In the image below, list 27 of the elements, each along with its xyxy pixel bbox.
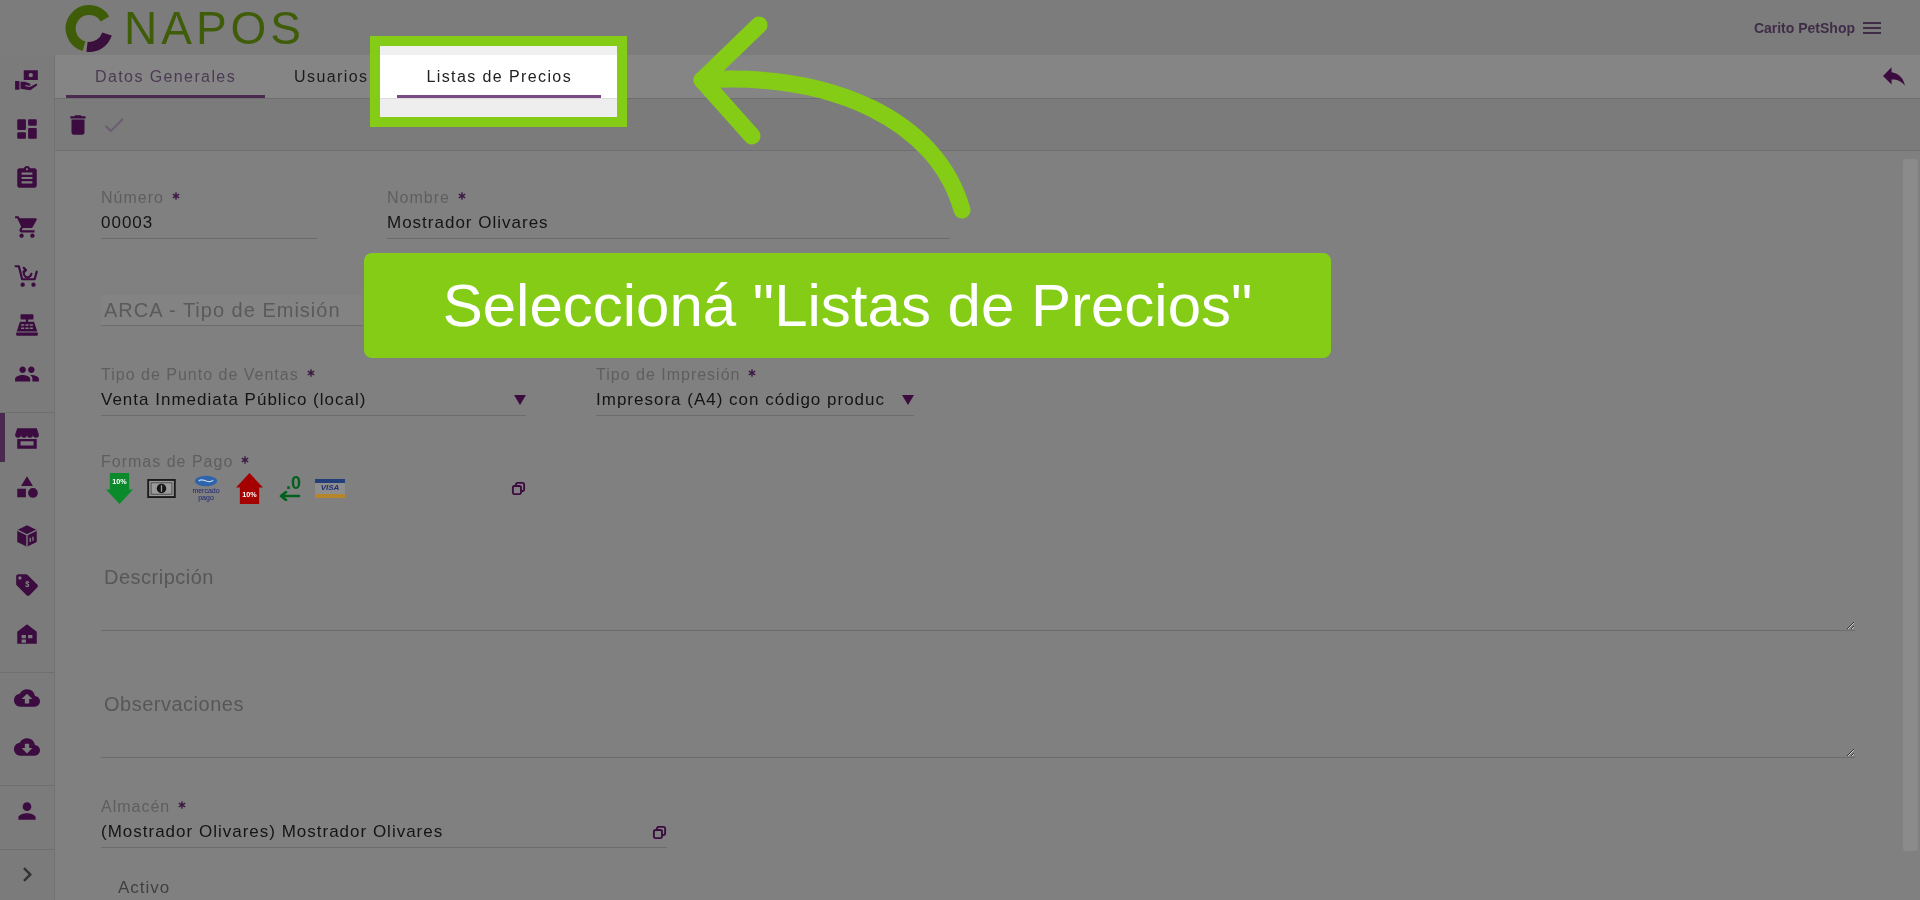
banknote-icon [147,478,176,498]
menu-button[interactable] [1863,21,1881,34]
clipboard-icon [14,164,40,191]
logo: NAPOS [124,4,306,51]
logo-mark-icon [65,3,113,52]
tab[interactable]: Listas de Precios [370,36,628,127]
account-name[interactable]: Carito PetShop [1753,19,1855,36]
field-label: Activo [117,878,171,898]
rounding-label: .0 [277,475,301,501]
dropdown-arrow-icon [514,395,526,405]
cash-register-icon [14,311,40,338]
dropdown-arrow-icon [902,395,914,405]
card-logo: VISA [315,478,345,498]
tab[interactable]: Usuarios [294,55,369,98]
lookup-button[interactable] [511,480,526,496]
overlapping-squares-icon [511,480,526,496]
cart-icon [14,213,40,240]
overlapping-squares-icon [652,824,667,840]
price-tag-icon [14,571,40,598]
chevron-right-icon [22,867,32,882]
instruction-callout: Seleccioná "Listas de Precios" [364,253,1331,358]
back-arrow-icon [1883,67,1905,86]
tab[interactable]: Datos Generales [66,55,266,98]
cart-return-icon [14,262,40,289]
box-icon [14,522,40,549]
menu-icon [1863,21,1881,34]
lookup-button[interactable] [652,824,667,840]
